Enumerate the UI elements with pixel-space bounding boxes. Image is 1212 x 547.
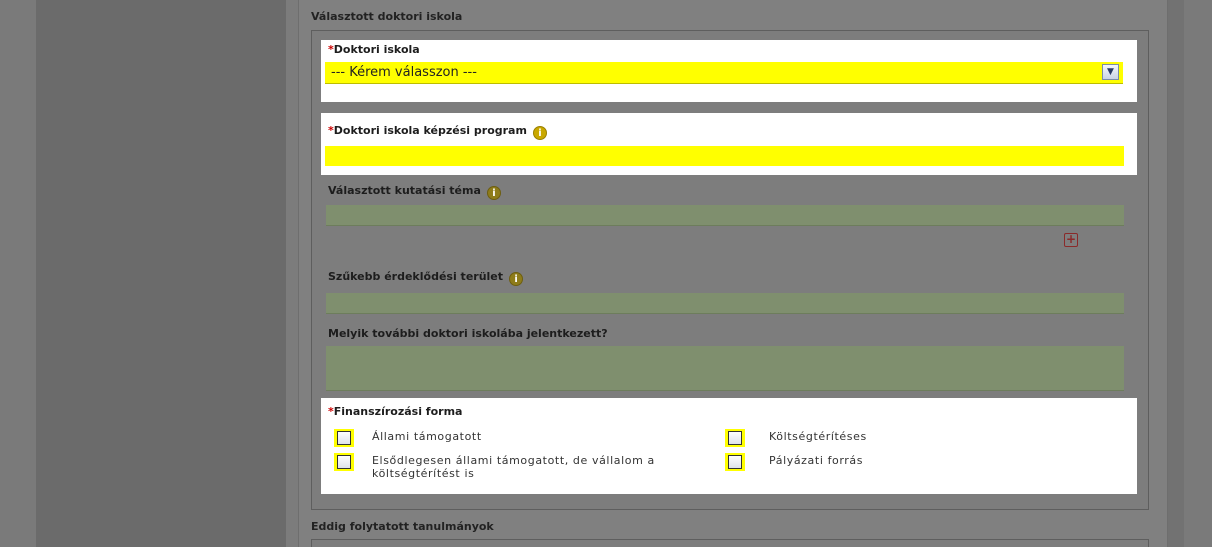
training-program-label-text: Doktori iskola képzési program [333,124,527,137]
checkbox-label: Költségtérítéses [769,430,867,443]
funding-label: *Finanszírozási forma [328,405,462,418]
research-topic-input[interactable] [326,205,1124,226]
section-title-chosen-school: Választott doktori iskola [311,10,463,23]
checkbox-highlight [334,429,354,447]
funding-option-self-funded[interactable]: Költségtérítéses [725,429,867,447]
checkbox-label: Elsődlegesen állami támogatott, de válla… [372,454,655,480]
checkbox-state-or-self[interactable] [337,455,351,469]
funding-option-state-funded[interactable]: Állami támogatott [334,429,482,447]
info-icon[interactable]: i [486,186,501,200]
chevron-down-icon[interactable]: ▼ [1102,64,1119,80]
info-icon[interactable]: i [532,126,547,140]
narrow-interest-label-text: Szűkebb érdeklődési terület [328,270,504,283]
checkbox-label: Pályázati forrás [769,454,864,467]
research-topic-label-text: Választott kutatási téma [328,184,481,197]
other-school-textarea[interactable] [326,346,1124,391]
checkbox-highlight [334,453,354,471]
doctoral-school-card: *Doktori iskola --- Kérem válasszon --- … [321,40,1137,102]
training-program-label: *Doktori iskola képzési program i [328,124,547,140]
funding-option-grant[interactable]: Pályázati forrás [725,453,863,471]
funding-option-state-or-self[interactable]: Elsődlegesen állami támogatott, de válla… [334,453,714,480]
training-program-input[interactable] [325,146,1124,166]
right-gutter [1184,0,1212,547]
section-title-previous-studies: Eddig folytatott tanulmányok [311,520,494,533]
training-program-card: *Doktori iskola képzési program i [321,113,1137,175]
checkbox-state-funded[interactable] [337,431,351,445]
other-school-label: Melyik további doktori iskolába jelentke… [328,327,608,340]
checkbox-highlight [725,453,745,471]
checkbox-grant[interactable] [728,455,742,469]
right-scroll-panel [1168,0,1184,547]
funding-label-text: Finanszírozási forma [333,405,463,418]
info-icon[interactable]: i [509,272,524,286]
checkbox-label: Állami támogatott [372,430,482,443]
checkbox-highlight [725,429,745,447]
funding-card: *Finanszírozási forma Állami támogatott … [321,398,1137,494]
doctoral-school-label-text: Doktori iskola [333,43,420,56]
doctoral-school-select[interactable]: --- Kérem válasszon --- ▼ [325,62,1123,84]
narrow-interest-label: Szűkebb érdeklődési terület i [328,270,524,286]
doctoral-school-select-value: --- Kérem válasszon --- [331,65,477,80]
plus-icon[interactable]: + [1064,233,1078,247]
left-sidebar-panel [36,0,286,547]
previous-studies-fieldset [311,539,1149,547]
checkbox-self-funded[interactable] [728,431,742,445]
research-topic-label: Választott kutatási téma i [328,184,501,200]
left-gutter [0,0,36,547]
narrow-interest-input[interactable] [326,293,1124,314]
doctoral-school-label: *Doktori iskola [328,43,420,56]
left-panel-edge [286,0,298,547]
